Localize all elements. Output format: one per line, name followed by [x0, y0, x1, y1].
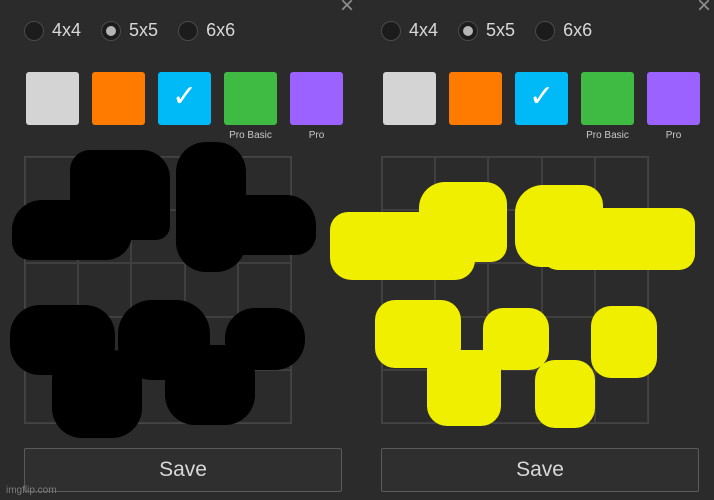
radio-selected-icon[interactable] — [458, 20, 479, 41]
swatch-label: Pro — [665, 130, 682, 141]
color-swatches: ✓ Pro Basic Pro — [26, 72, 356, 141]
save-button[interactable]: Save — [24, 448, 342, 492]
watermark-text: imgflip.com — [6, 485, 57, 496]
size-label: 6x6 — [206, 20, 236, 40]
size-option-4x4[interactable]: 4x4 — [24, 20, 81, 41]
size-options: 4x4 5x5 6x6 — [381, 20, 612, 41]
radio-selected-icon[interactable] — [101, 20, 122, 41]
size-option-6x6[interactable]: 6x6 — [178, 20, 235, 41]
swatch-label: Pro Basic — [586, 130, 629, 141]
size-label: 5x5 — [129, 20, 159, 40]
size-option-4x4[interactable]: 4x4 — [381, 20, 438, 41]
left-panel: × 4x4 5x5 6x6 ✓ Pro Basic Pro Save imgfl… — [0, 0, 357, 500]
swatch-light-gray[interactable] — [26, 72, 79, 125]
size-label: 4x4 — [409, 20, 439, 40]
right-panel: × 4x4 5x5 6x6 ✓ Pro Basic Pro Save — [330, 0, 714, 500]
redaction-scribble — [225, 308, 305, 370]
swatch-orange[interactable] — [92, 72, 145, 125]
swatch-green[interactable] — [581, 72, 634, 125]
radio-icon[interactable] — [535, 20, 556, 41]
highlight-scribble — [535, 360, 595, 428]
swatch-light-gray[interactable] — [383, 72, 436, 125]
highlight-scribble — [483, 308, 549, 370]
radio-icon[interactable] — [178, 20, 199, 41]
swatch-sky-blue[interactable]: ✓ — [515, 72, 568, 125]
color-swatches: ✓ Pro Basic Pro — [383, 72, 713, 141]
highlight-scribble — [419, 182, 507, 262]
size-option-5x5[interactable]: 5x5 — [458, 20, 515, 41]
swatch-label: Pro — [308, 130, 325, 141]
size-label: 5x5 — [486, 20, 516, 40]
checkmark-icon: ✓ — [529, 80, 555, 113]
swatch-green[interactable] — [224, 72, 277, 125]
redaction-scribble — [176, 195, 316, 255]
close-icon[interactable]: × — [697, 0, 711, 18]
redaction-scribble — [70, 150, 170, 240]
radio-icon[interactable] — [381, 20, 401, 41]
highlight-scribble — [542, 208, 695, 270]
swatch-purple[interactable] — [290, 72, 343, 125]
swatch-orange[interactable] — [449, 72, 502, 125]
size-label: 6x6 — [563, 20, 593, 40]
close-icon[interactable]: × — [340, 0, 354, 18]
checkmark-icon: ✓ — [172, 80, 198, 113]
swatch-sky-blue[interactable]: ✓ — [158, 72, 211, 125]
size-label: 4x4 — [52, 20, 82, 40]
swatch-label: Pro Basic — [229, 130, 272, 141]
size-option-5x5[interactable]: 5x5 — [101, 20, 158, 41]
save-button[interactable]: Save — [381, 448, 699, 492]
size-option-6x6[interactable]: 6x6 — [535, 20, 592, 41]
swatch-purple[interactable] — [647, 72, 700, 125]
highlight-scribble — [591, 306, 657, 378]
radio-icon[interactable] — [24, 20, 44, 41]
size-options: 4x4 5x5 6x6 — [24, 20, 255, 41]
